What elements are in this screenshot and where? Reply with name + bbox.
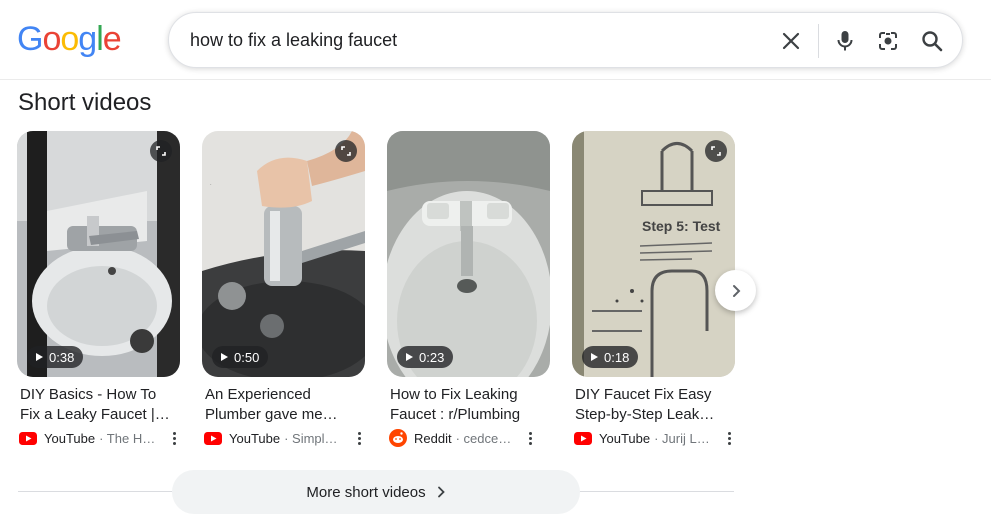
- source-name: YouTube: [599, 430, 651, 446]
- source-author: · Jurij L…: [654, 430, 710, 446]
- mic-icon[interactable]: [831, 27, 859, 55]
- youtube-icon: [19, 429, 37, 447]
- source-name: Reddit: [414, 430, 452, 446]
- video-card[interactable]: 0:23 How to Fix Leaking Faucet : r/Plumb…: [387, 131, 550, 448]
- video-title[interactable]: DIY Faucet Fix Easy Step-by-Step Leak…: [572, 385, 732, 425]
- source-author: · cedcedd…: [455, 430, 518, 446]
- video-meta: YouTube · Jurij L…: [572, 428, 735, 448]
- more-short-videos-button[interactable]: More short videos: [172, 470, 580, 514]
- logo-letter: g: [78, 20, 97, 58]
- play-icon: [591, 353, 598, 361]
- next-carousel-button[interactable]: [715, 270, 756, 311]
- duration-text: 0:50: [234, 349, 260, 365]
- logo-letter: o: [42, 20, 61, 58]
- reddit-icon: [389, 429, 407, 447]
- search-icon[interactable]: [918, 27, 946, 55]
- video-thumbnail[interactable]: · 0:50: [202, 131, 365, 377]
- more-options-icon[interactable]: [353, 431, 365, 445]
- more-options-icon[interactable]: [168, 431, 180, 445]
- search-input[interactable]: how to fix a leaking faucet: [190, 30, 397, 51]
- play-icon: [221, 353, 228, 361]
- play-icon: [36, 353, 43, 361]
- expand-icon[interactable]: [150, 140, 172, 162]
- close-icon[interactable]: [777, 27, 805, 55]
- source-author: · The H…: [99, 430, 156, 446]
- duration-text: 0:38: [49, 349, 75, 365]
- duration-badge: 0:50: [212, 346, 269, 368]
- source-name: YouTube: [44, 430, 96, 446]
- section-title: Short videos: [18, 89, 152, 116]
- video-card[interactable]: · 0:50 An Experienced Plumber gave me… Y…: [202, 131, 365, 448]
- expand-icon[interactable]: [335, 140, 357, 162]
- chevron-right-icon: [732, 284, 740, 297]
- google-logo[interactable]: Google: [17, 20, 122, 59]
- video-title[interactable]: An Experienced Plumber gave me…: [202, 385, 362, 425]
- video-title[interactable]: DIY Basics - How To Fix a Leaky Faucet |…: [17, 385, 177, 425]
- more-button-label: More short videos: [306, 483, 426, 501]
- search-box[interactable]: how to fix a leaking faucet: [168, 12, 963, 68]
- thumbnail-image: [17, 131, 180, 377]
- video-title[interactable]: How to Fix Leaking Faucet : r/Plumbing: [387, 385, 547, 425]
- duration-text: 0:23: [419, 349, 445, 365]
- thumbnail-image: [572, 131, 735, 377]
- video-card[interactable]: Step 5: Test 0:18 DIY Faucet Fix Easy St…: [572, 131, 735, 448]
- expand-icon[interactable]: [705, 140, 727, 162]
- source-author: · Simpl…: [284, 430, 338, 446]
- duration-badge: 0:23: [397, 346, 454, 368]
- thumbnail-image: ·: [202, 131, 365, 377]
- duration-badge: 0:18: [582, 346, 639, 368]
- more-options-icon[interactable]: [723, 431, 735, 445]
- video-meta: YouTube · The H…: [17, 428, 180, 448]
- thumbnail-heading: Step 5: Test: [642, 218, 721, 234]
- video-meta: Reddit · cedcedd…: [387, 428, 550, 448]
- video-card[interactable]: 0:38 DIY Basics - How To Fix a Leaky Fau…: [17, 131, 180, 448]
- more-options-icon[interactable]: [525, 431, 537, 445]
- logo-letter: G: [17, 20, 43, 58]
- play-icon: [406, 353, 413, 361]
- source-name: YouTube: [229, 430, 281, 446]
- youtube-icon: [574, 429, 592, 447]
- logo-letter: e: [102, 20, 122, 58]
- search-divider: [818, 24, 819, 58]
- lens-icon[interactable]: [874, 27, 902, 55]
- duration-text: 0:18: [604, 349, 630, 365]
- thumbnail-image: [387, 131, 550, 377]
- video-thumbnail[interactable]: 0:38: [17, 131, 180, 377]
- duration-badge: 0:38: [27, 346, 84, 368]
- video-thumbnail[interactable]: Step 5: Test 0:18: [572, 131, 735, 377]
- chevron-right-icon: [437, 486, 445, 498]
- header: Google how to fix a leaking faucet: [0, 0, 991, 80]
- logo-letter: o: [60, 20, 79, 58]
- video-meta: YouTube · Simpl…: [202, 428, 365, 448]
- video-thumbnail[interactable]: 0:23: [387, 131, 550, 377]
- youtube-icon: [204, 429, 222, 447]
